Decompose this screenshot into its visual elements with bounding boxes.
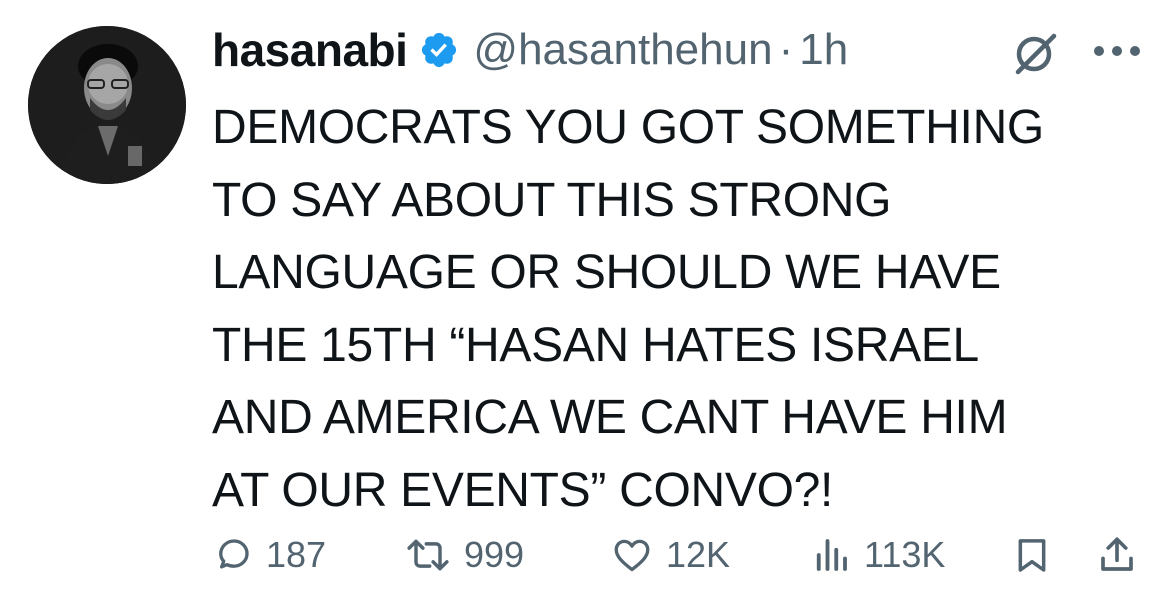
tweet-header: hasanabi @hasanthehun · 1h bbox=[212, 18, 848, 82]
bookmark-button[interactable] bbox=[1012, 528, 1064, 582]
like-count: 12K bbox=[666, 534, 731, 575]
like-icon bbox=[614, 539, 650, 572]
author-handle[interactable]: @hasanthehun bbox=[473, 25, 772, 75]
repost-button[interactable]: 999 bbox=[404, 528, 524, 582]
reply-count: 187 bbox=[266, 534, 327, 575]
repost-count: 999 bbox=[464, 534, 525, 575]
tweet-timestamp[interactable]: 1h bbox=[799, 25, 848, 75]
avatar-photo bbox=[28, 26, 186, 184]
tweet-text: DEMOCRATS YOU GOT SOMETHING TO SAY ABOUT… bbox=[212, 101, 1044, 517]
avatar[interactable] bbox=[28, 26, 186, 184]
repost-icon bbox=[407, 539, 449, 571]
reply-icon bbox=[219, 539, 249, 569]
verified-badge-icon[interactable] bbox=[419, 30, 459, 70]
share-icon bbox=[1101, 537, 1133, 571]
reply-button[interactable]: 187 bbox=[212, 528, 326, 582]
more-icon[interactable] bbox=[1092, 44, 1142, 58]
views-count: 113K bbox=[864, 534, 946, 575]
views-icon bbox=[816, 539, 847, 571]
views-button[interactable]: 113K bbox=[810, 528, 945, 582]
bookmark-icon bbox=[1018, 539, 1046, 572]
separator-dot: · bbox=[778, 25, 794, 74]
tweet-actions: 187 999 12K 113K bbox=[212, 528, 1152, 582]
grok-icon[interactable] bbox=[1012, 30, 1058, 76]
like-button[interactable]: 12K bbox=[610, 528, 730, 582]
share-button[interactable] bbox=[1096, 528, 1150, 582]
author-name[interactable]: hasanabi bbox=[212, 23, 408, 77]
